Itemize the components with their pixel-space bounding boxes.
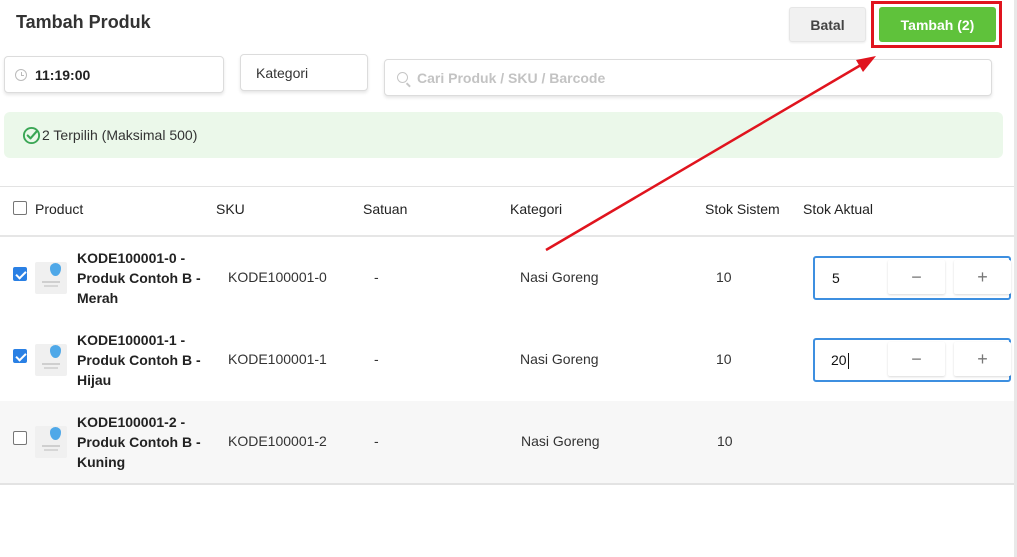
category-dropdown[interactable]: Kategori [240, 54, 368, 91]
search-icon [397, 72, 408, 83]
increment-button[interactable]: + [954, 342, 1011, 376]
quantity-value[interactable]: 20 [831, 352, 849, 370]
clock-icon [15, 68, 27, 81]
column-header-actual-stock: Stok Aktual [803, 201, 874, 217]
row-checkbox[interactable] [13, 349, 27, 363]
category-cell: Nasi Goreng [521, 433, 600, 449]
product-name: KODE100001-0 - Produk Contoh B - Merah [77, 250, 201, 306]
increment-button[interactable]: + [954, 260, 1011, 294]
column-header-sku: SKU [216, 201, 245, 217]
selection-notice: 2 Terpilih (Maksimal 500) [4, 112, 1003, 158]
product-image-icon [50, 263, 61, 276]
table-row: KODE100001-2 - Produk Contoh B - Kuning … [0, 401, 1017, 483]
sku-cell: KODE100001-1 [228, 351, 327, 367]
product-name: KODE100001-1 - Produk Contoh B - Hijau [77, 332, 201, 388]
product-thumbnail [35, 426, 67, 458]
product-thumbnail [35, 344, 67, 376]
check-circle-icon [22, 126, 41, 144]
search-input[interactable]: Cari Produk / SKU / Barcode [384, 59, 992, 96]
system-stock-cell: 10 [716, 269, 732, 285]
system-stock-cell: 10 [716, 351, 732, 367]
row-checkbox[interactable] [13, 267, 27, 281]
category-dropdown-label: Kategori [256, 64, 309, 81]
decrement-button[interactable]: − [888, 342, 945, 376]
product-thumbnail [35, 262, 67, 294]
sku-cell: KODE100001-0 [228, 269, 327, 285]
product-name: KODE100001-2 - Produk Contoh B - Kuning [77, 414, 201, 470]
system-stock-cell: 10 [717, 433, 733, 449]
table-row: KODE100001-0 - Produk Contoh B - Merah K… [0, 237, 1017, 319]
quantity-stepper[interactable]: 20 − + [813, 338, 1011, 382]
time-value: 11:19:00 [35, 66, 91, 83]
cancel-button[interactable]: Batal [789, 7, 866, 42]
column-header-system-stock: Stok Sistem [705, 201, 780, 217]
column-header-product: Product [35, 201, 84, 217]
select-all-checkbox[interactable] [13, 201, 27, 215]
product-image-icon [50, 427, 61, 440]
add-button[interactable]: Tambah (2) [879, 7, 996, 42]
time-field[interactable]: 11:19:00 [4, 56, 224, 93]
product-image-icon [50, 345, 61, 358]
unit-cell: - [374, 269, 379, 285]
table-header: Product SKU Satuan Kategori Stok Sistem … [0, 187, 1017, 235]
column-header-category: Kategori [510, 201, 563, 217]
quantity-stepper[interactable]: 5 − + [813, 256, 1011, 300]
text-cursor [847, 353, 849, 370]
category-cell: Nasi Goreng [520, 351, 599, 367]
table-bottom-divider [0, 483, 1017, 485]
sku-cell: KODE100001-2 [228, 433, 327, 449]
page-title: Tambah Produk [16, 12, 151, 32]
quantity-value[interactable]: 5 [832, 270, 840, 286]
category-cell: Nasi Goreng [520, 269, 599, 285]
search-placeholder: Cari Produk / SKU / Barcode [417, 69, 606, 86]
row-checkbox[interactable] [13, 431, 27, 445]
column-header-unit: Satuan [363, 201, 408, 217]
decrement-button[interactable]: − [888, 260, 945, 294]
unit-cell: - [374, 433, 379, 449]
table-row: KODE100001-1 - Produk Contoh B - Hijau K… [0, 319, 1017, 401]
unit-cell: - [374, 351, 379, 367]
selection-notice-text: 2 Terpilih (Maksimal 500) [42, 127, 198, 143]
